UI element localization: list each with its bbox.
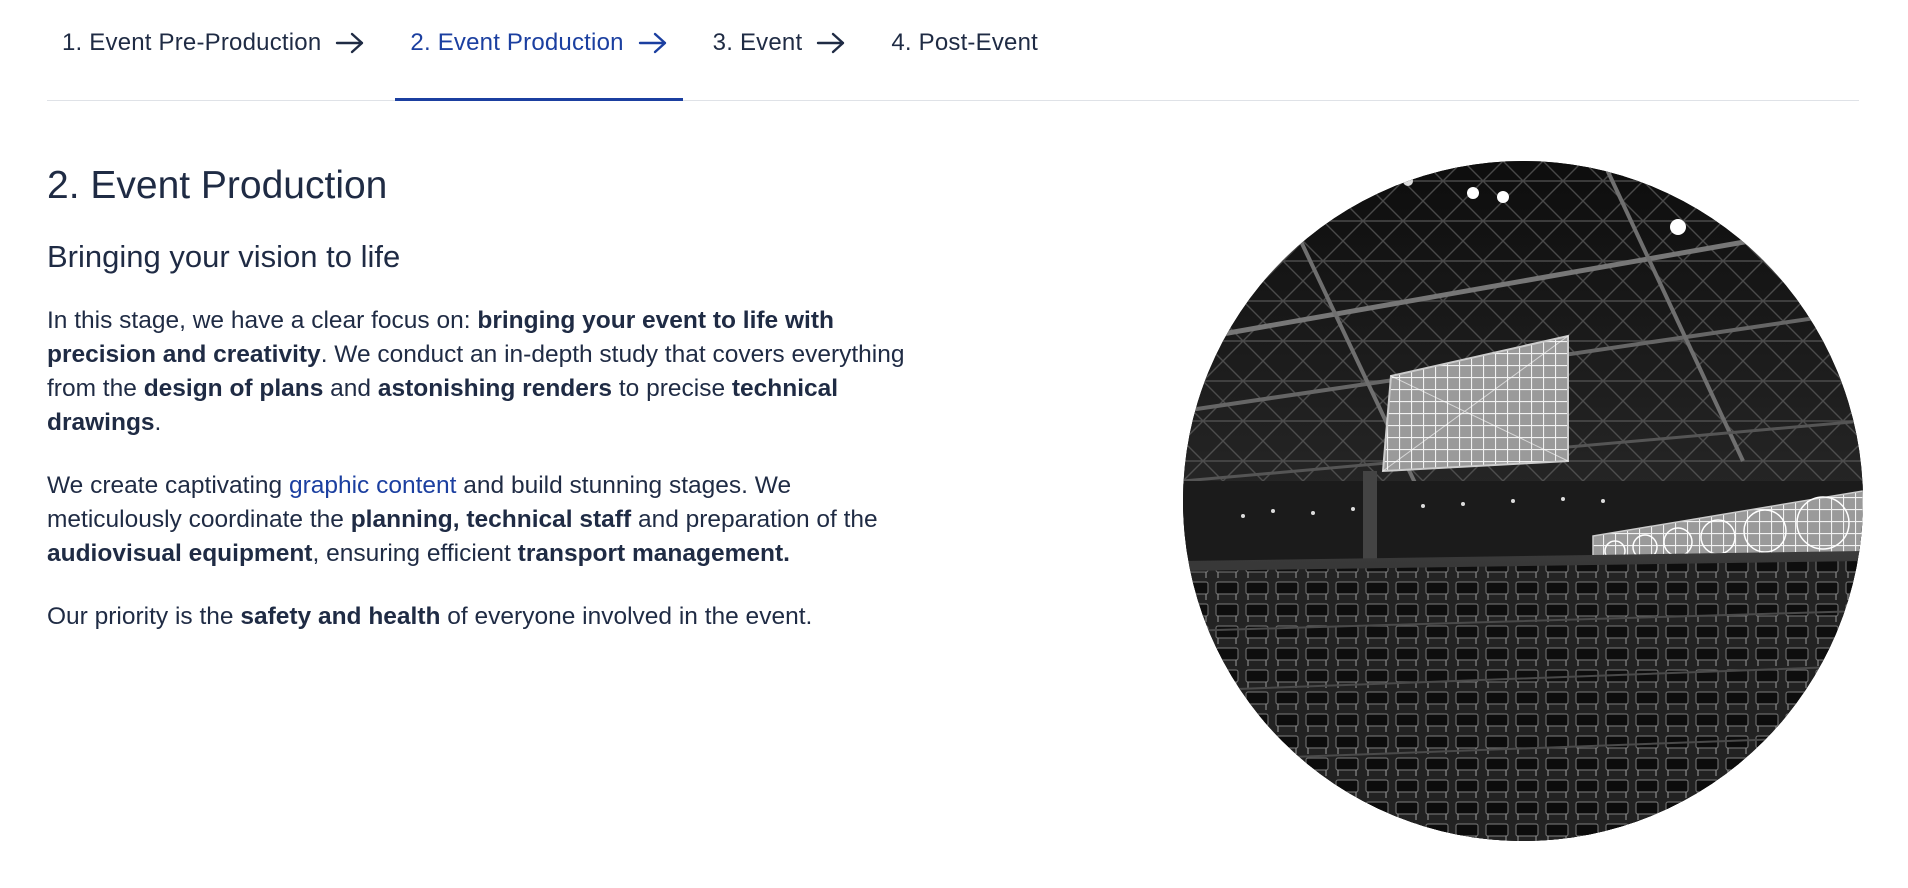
text: .	[154, 409, 162, 436]
tab-event[interactable]: 3. Event	[698, 0, 862, 100]
tab-label: 2. Event Production	[410, 29, 624, 56]
event-hall-illustration	[1183, 161, 1863, 841]
section-subtitle: Bringing your vision to life	[47, 239, 401, 274]
paragraph-priority: Our priority is the safety and health of…	[47, 600, 907, 634]
text: of everyone involved in the event.	[440, 603, 813, 630]
bold-text: planning, technical staff	[350, 506, 632, 533]
text: We create captivating	[47, 472, 289, 499]
tab-production[interactable]: 2. Event Production	[395, 0, 683, 101]
text: and	[323, 375, 378, 402]
text: Our priority is the	[47, 603, 241, 630]
bold-text: audiovisual equipment	[47, 540, 313, 567]
tab-label: 1. Event Pre-Production	[62, 29, 322, 56]
text: and preparation of the	[631, 506, 878, 533]
text: In this stage, we have a clear focus on:	[47, 307, 478, 334]
section-title: 2. Event Production	[47, 164, 388, 207]
tab-post-event[interactable]: 4. Post-Event	[876, 0, 1053, 100]
tab-pre-production[interactable]: 1. Event Pre-Production	[47, 0, 380, 100]
page: 1. Event Pre-Production 2. Event Product…	[0, 0, 1908, 888]
graphic-content-link[interactable]: graphic content	[289, 472, 457, 499]
tab-label: 3. Event	[712, 29, 803, 56]
arrow-right-icon	[335, 31, 365, 55]
bold-text: safety and health	[240, 603, 441, 630]
bold-text: astonishing renders	[377, 375, 613, 402]
bold-text: transport management.	[517, 540, 790, 567]
paragraph-create: We create captivating graphic content an…	[47, 469, 907, 571]
event-hall-photo	[1183, 161, 1863, 841]
tab-label: 4. Post-Event	[891, 29, 1038, 56]
arrow-right-icon	[816, 31, 846, 55]
arrow-right-icon	[638, 31, 668, 55]
text: to precise	[612, 375, 732, 402]
paragraph-focus: In this stage, we have a clear focus on:…	[47, 304, 907, 440]
process-tabs: 1. Event Pre-Production 2. Event Product…	[47, 0, 1859, 101]
bold-text: design of plans	[143, 375, 324, 402]
text: , ensuring efficient	[312, 540, 518, 567]
content-section: 2. Event Production Bringing your vision…	[47, 160, 907, 634]
